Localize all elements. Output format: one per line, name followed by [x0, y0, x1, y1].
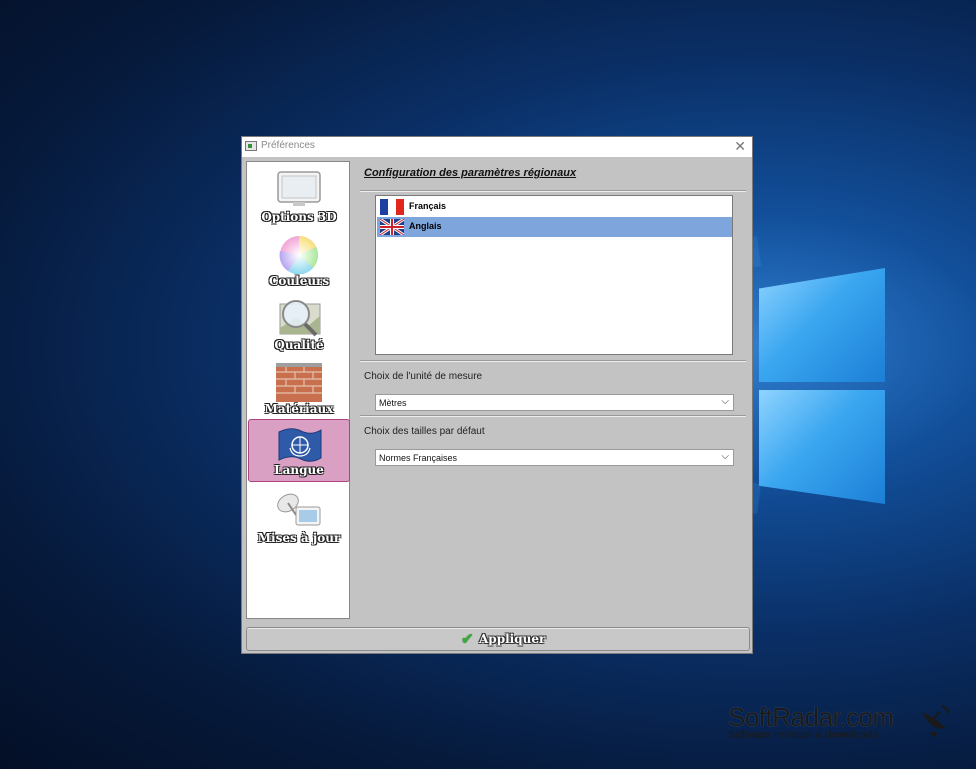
- unit-select-value: Mètres: [379, 398, 407, 408]
- chevron-down-icon: ⌵: [721, 396, 729, 407]
- un-flag-icon: [278, 428, 322, 462]
- unit-label: Choix de l'unité de mesure: [364, 371, 483, 382]
- chevron-down-icon: ⌵: [721, 451, 729, 462]
- language-option-anglais[interactable]: Anglais: [377, 217, 732, 237]
- satellite-dish-icon: [277, 493, 321, 526]
- size-select[interactable]: Normes Françaises ⌵: [375, 449, 734, 466]
- uk-flag-icon: [380, 219, 404, 235]
- radar-dish-icon: [922, 705, 950, 738]
- france-flag-icon: [380, 199, 404, 215]
- sidebar-item-langue[interactable]: Langue: [248, 419, 350, 482]
- language-name: Anglais: [409, 221, 442, 231]
- sidebar-item-materiaux[interactable]: Matériaux: [248, 358, 350, 420]
- watermark: SoftRadar.com Software reviews & downloa…: [728, 702, 950, 741]
- sidebar-item-label: Options 3D: [261, 210, 337, 224]
- sidebar-item-label: Langue: [274, 463, 324, 477]
- watermark-tagline: Software reviews & downloads: [728, 729, 878, 741]
- color-wheel-icon: [279, 236, 318, 274]
- windows-logo: [757, 262, 887, 512]
- magnifier-icon: [279, 300, 321, 337]
- language-option-francais[interactable]: Français: [377, 197, 732, 217]
- sidebar: Options 3D Couleurs Qualité Matériaux La…: [246, 161, 350, 619]
- divider: [360, 190, 746, 192]
- checkmark-icon: ✔: [461, 631, 474, 648]
- sidebar-item-label: Qualité: [274, 338, 324, 352]
- sidebar-item-options-3d[interactable]: Options 3D: [248, 166, 350, 228]
- size-select-value: Normes Françaises: [379, 453, 458, 463]
- section-heading: Configuration des paramètres régionaux: [364, 167, 577, 179]
- language-name: Français: [409, 201, 447, 211]
- divider: [360, 360, 746, 362]
- window-title: Préférences: [261, 140, 315, 151]
- unit-select[interactable]: Mètres ⌵: [375, 394, 734, 411]
- app-icon: [245, 141, 257, 151]
- sidebar-item-couleurs[interactable]: Couleurs: [248, 230, 350, 292]
- sidebar-item-label: Mises à jour: [257, 531, 341, 545]
- apply-button[interactable]: ✔ Appliquer: [246, 627, 750, 651]
- sidebar-item-mises-a-jour[interactable]: Mises à jour: [248, 487, 350, 549]
- close-icon[interactable]: ✕: [734, 138, 746, 155]
- sidebar-item-label: Matériaux: [264, 402, 334, 416]
- sidebar-item-label: Couleurs: [268, 274, 330, 288]
- sidebar-item-qualite[interactable]: Qualité: [248, 294, 350, 356]
- language-list[interactable]: Français Anglais: [375, 195, 733, 355]
- preferences-dialog: Préférences ✕ Options 3D Couleurs Qualit…: [241, 136, 753, 654]
- brick-wall-icon: [276, 363, 322, 402]
- monitor-icon: [277, 171, 321, 206]
- apply-button-label: Appliquer: [479, 632, 546, 646]
- size-label: Choix des tailles par défaut: [364, 426, 485, 437]
- divider: [360, 415, 746, 417]
- title-bar: Préférences ✕: [242, 137, 752, 157]
